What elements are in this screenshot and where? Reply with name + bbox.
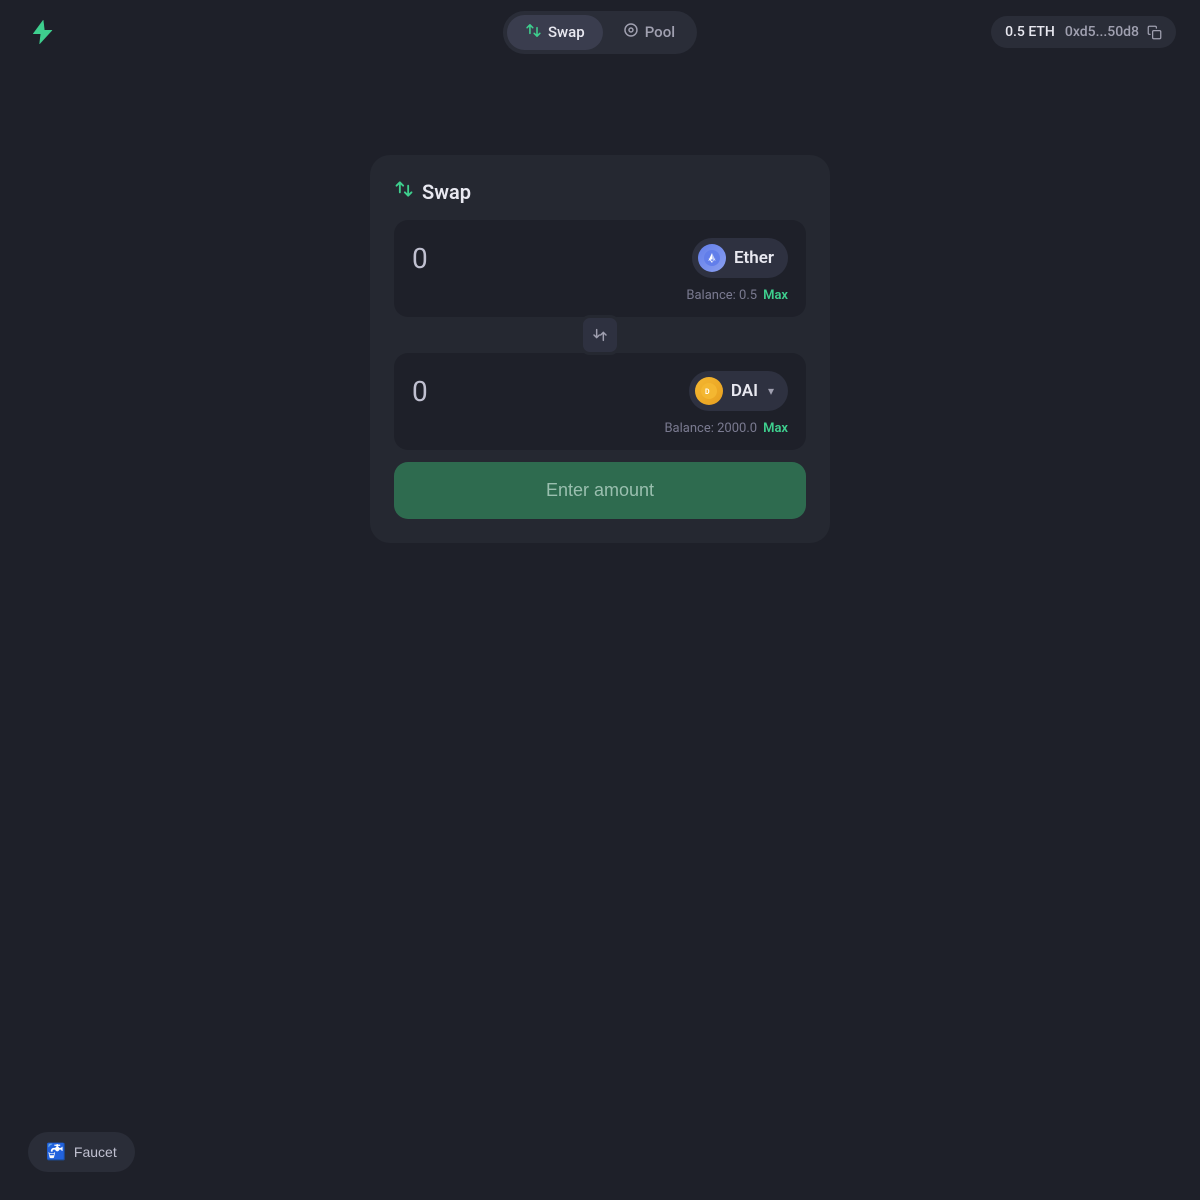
- to-token-top: 0 D DAI ▾: [412, 371, 788, 411]
- svg-text:D: D: [705, 388, 710, 396]
- from-token-top: 0 Ether: [412, 238, 788, 278]
- swap-divider: [394, 315, 806, 355]
- wallet-address: 0xd5...50d8: [1065, 24, 1139, 40]
- tab-pool[interactable]: Pool: [605, 15, 693, 49]
- to-token-name: DAI: [731, 381, 758, 401]
- from-token-balance-row: Balance: 0.5 Max: [412, 288, 788, 303]
- pool-nav-icon: [623, 22, 639, 42]
- to-token-max[interactable]: Max: [763, 421, 788, 436]
- swap-direction-button[interactable]: [580, 315, 620, 355]
- to-token-amount[interactable]: 0: [412, 375, 428, 408]
- to-token-selector[interactable]: D DAI ▾: [689, 371, 788, 411]
- enter-amount-button[interactable]: Enter amount: [394, 462, 806, 519]
- nav-tabs: Swap Pool: [503, 11, 697, 54]
- tab-pool-label: Pool: [645, 23, 675, 41]
- to-token-balance-row: Balance: 2000.0 Max: [412, 421, 788, 436]
- swap-card-title: Swap: [394, 179, 806, 204]
- logo-icon: [24, 14, 60, 50]
- swap-title-icon: [394, 179, 414, 204]
- to-token-chevron-icon: ▾: [768, 384, 774, 398]
- tab-swap[interactable]: Swap: [507, 15, 603, 50]
- logo-area: [24, 14, 60, 50]
- swap-card: Swap 0 Ether Balance: 0.5 Max: [370, 155, 830, 543]
- tab-swap-label: Swap: [548, 23, 585, 41]
- eth-token-icon: [698, 244, 726, 272]
- from-token-box: 0 Ether Balance: 0.5 Max: [394, 220, 806, 317]
- wallet-area[interactable]: 0.5 ETH 0xd5...50d8: [991, 16, 1176, 48]
- header: Swap Pool 0.5 ETH 0xd5...50d8: [0, 0, 1200, 64]
- from-token-selector[interactable]: Ether: [692, 238, 788, 278]
- wallet-balance: 0.5 ETH: [1005, 24, 1055, 40]
- faucet-label: Faucet: [74, 1144, 117, 1160]
- to-token-box: 0 D DAI ▾ Balance: 2000.0 Max: [394, 353, 806, 450]
- faucet-icon: 🚰: [46, 1142, 66, 1162]
- from-token-balance: Balance: 0.5: [686, 288, 757, 303]
- from-token-max[interactable]: Max: [763, 288, 788, 303]
- to-token-balance: Balance: 2000.0: [664, 421, 757, 436]
- dai-token-icon: D: [695, 377, 723, 405]
- from-token-name: Ether: [734, 248, 774, 268]
- copy-address-button[interactable]: [1147, 25, 1162, 40]
- faucet-button[interactable]: 🚰 Faucet: [28, 1132, 135, 1172]
- swap-nav-icon: [525, 22, 542, 43]
- swap-title-text: Swap: [422, 180, 471, 204]
- from-token-amount[interactable]: 0: [412, 242, 428, 275]
